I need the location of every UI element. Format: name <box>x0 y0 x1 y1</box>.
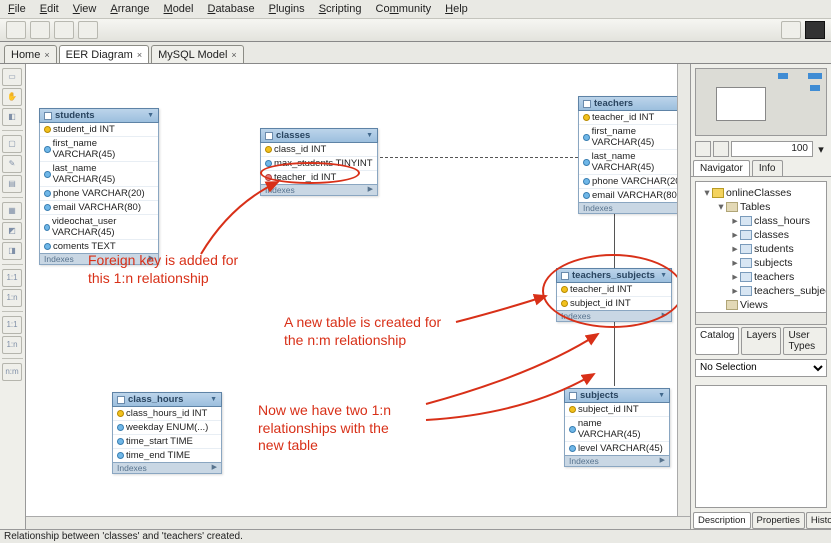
annotation-text: A new table is created forthe n:m relati… <box>284 314 441 349</box>
menu-arrange[interactable]: Arrange <box>110 3 149 15</box>
tool-view[interactable]: ◩ <box>2 222 22 240</box>
tool-image[interactable]: ▤ <box>2 175 22 193</box>
zoom-in-button[interactable] <box>713 141 729 157</box>
tool-rel-1-1-id[interactable]: 1:1 <box>2 316 22 334</box>
tree-table-item[interactable]: ▸class_hours <box>698 214 824 228</box>
tree-table-item[interactable]: ▸teachers <box>698 270 824 284</box>
tab-eer-label: EER Diagram <box>66 49 133 61</box>
dropdown-icon[interactable]: ▾ <box>815 143 827 156</box>
tab-home-label: Home <box>11 49 40 61</box>
tree-scrollbar[interactable] <box>695 313 827 325</box>
tool-table[interactable]: ▦ <box>2 202 22 220</box>
relation-line <box>614 318 615 386</box>
tab-description[interactable]: Description <box>693 512 751 529</box>
highlight-ellipse <box>260 162 360 184</box>
tab-navigator[interactable]: Navigator <box>693 160 750 176</box>
menu-database[interactable]: Database <box>207 3 254 15</box>
tab-properties[interactable]: Properties <box>752 512 805 529</box>
close-icon[interactable]: × <box>137 50 142 60</box>
selection-row: No Selection <box>691 355 831 381</box>
menu-plugins[interactable]: Plugins <box>269 3 305 15</box>
tree-table-item[interactable]: ▸subjects <box>698 256 824 270</box>
relation-line <box>380 157 578 158</box>
tree-tables-folder[interactable]: ▾Tables <box>698 200 824 214</box>
status-text: Relationship between 'classes' and 'teac… <box>4 531 243 542</box>
tool-rel-1-n[interactable]: 1:n <box>2 289 22 307</box>
arrow-icon <box>456 296 546 322</box>
tab-model-label: MySQL Model <box>158 49 227 61</box>
tab-catalog[interactable]: Catalog <box>695 327 739 355</box>
diagram-canvas[interactable]: students▼student_id INTfirst_name VARCHA… <box>26 64 691 529</box>
close-icon[interactable]: × <box>231 50 236 60</box>
zoom-value[interactable]: 100 <box>731 141 813 157</box>
main-toolbar <box>0 18 831 42</box>
toolbar-btn-2[interactable] <box>30 21 50 39</box>
toolbar-btn-3[interactable] <box>54 21 74 39</box>
menu-file[interactable]: File <box>8 3 26 15</box>
tool-eraser[interactable]: ◧ <box>2 108 22 126</box>
tree-table-item[interactable]: ▸students <box>698 242 824 256</box>
right-sidebar: 100 ▾ Navigator Info ▾onlineClasses ▾Tab… <box>691 64 831 529</box>
schema-tree[interactable]: ▾onlineClasses ▾Tables ▸class_hours ▸cla… <box>695 181 827 313</box>
document-tabs: Home × EER Diagram × MySQL Model × <box>0 42 831 64</box>
horizontal-scrollbar[interactable] <box>26 516 690 529</box>
preview-pane <box>695 385 827 509</box>
main-area: ▭ ✋ ◧ ▢ ✎ ▤ ▦ ◩ ◨ 1:1 1:n 1:1 1:n n:m st… <box>0 64 831 529</box>
tab-layers[interactable]: Layers <box>741 327 781 355</box>
er-table-students[interactable]: students▼student_id INTfirst_name VARCHA… <box>39 108 159 265</box>
tree-table-item[interactable]: ▸teachers_subjects <box>698 284 824 298</box>
tool-routine[interactable]: ◨ <box>2 242 22 260</box>
toolbar-btn-5[interactable] <box>781 21 801 39</box>
sidebar-bottom-tabs: Description Properties History <box>691 512 831 529</box>
tab-history[interactable]: History <box>806 512 831 529</box>
toolbar-btn-4[interactable] <box>78 21 98 39</box>
tool-note[interactable]: ✎ <box>2 155 22 173</box>
vertical-scrollbar[interactable] <box>677 64 690 516</box>
toolbar-terminal-icon[interactable] <box>805 21 825 39</box>
tool-pointer[interactable]: ▭ <box>2 68 22 86</box>
tab-eer-diagram[interactable]: EER Diagram × <box>59 45 150 63</box>
sidebar-nav-tabs: Navigator Info <box>691 160 831 177</box>
tree-views-folder[interactable]: Views <box>698 298 824 312</box>
navigator-minimap[interactable] <box>695 68 827 136</box>
tab-mysql-model[interactable]: MySQL Model × <box>151 45 244 63</box>
tool-rel-n-m[interactable]: n:m <box>2 363 22 381</box>
tool-layer[interactable]: ▢ <box>2 135 22 153</box>
annotation-text: Foreign key is added forthis 1:n relatio… <box>88 252 238 287</box>
tab-home[interactable]: Home × <box>4 45 57 63</box>
tool-hand[interactable]: ✋ <box>2 88 22 106</box>
menu-model[interactable]: Model <box>164 3 194 15</box>
er-table-teachers[interactable]: teachers▼teacher_id INTfirst_name VARCHA… <box>578 96 691 214</box>
menu-view[interactable]: View <box>73 3 97 15</box>
zoom-out-button[interactable] <box>695 141 711 157</box>
tool-rel-1-1[interactable]: 1:1 <box>2 269 22 287</box>
menu-help[interactable]: Help <box>445 3 468 15</box>
toolbar-btn-1[interactable] <box>6 21 26 39</box>
tree-db[interactable]: ▾onlineClasses <box>698 186 824 200</box>
menu-scripting[interactable]: Scripting <box>319 3 362 15</box>
menu-community[interactable]: Community <box>376 3 432 15</box>
annotation-text: Now we have two 1:nrelationships with th… <box>258 402 391 455</box>
status-bar: Relationship between 'classes' and 'teac… <box>0 529 831 543</box>
tab-user-types[interactable]: User Types <box>783 327 827 355</box>
highlight-ellipse <box>542 254 684 328</box>
menu-edit[interactable]: Edit <box>40 3 59 15</box>
tool-palette: ▭ ✋ ◧ ▢ ✎ ▤ ▦ ◩ ◨ 1:1 1:n 1:1 1:n n:m <box>0 64 26 529</box>
selection-dropdown[interactable]: No Selection <box>695 359 827 377</box>
er-table-class-hours[interactable]: class_hours▼class_hours_id INTweekday EN… <box>112 392 222 474</box>
er-table-subjects[interactable]: subjects▼subject_id INTname VARCHAR(45)l… <box>564 388 670 467</box>
tree-table-item[interactable]: ▸classes <box>698 228 824 242</box>
zoom-control: 100 ▾ <box>691 140 831 158</box>
tab-info[interactable]: Info <box>752 160 783 176</box>
tool-rel-1-n-id[interactable]: 1:n <box>2 336 22 354</box>
sidebar-catalog-tabs: Catalog Layers User Types <box>691 327 831 355</box>
close-icon[interactable]: × <box>44 50 49 60</box>
menu-bar: File Edit View Arrange Model Database Pl… <box>0 0 831 18</box>
